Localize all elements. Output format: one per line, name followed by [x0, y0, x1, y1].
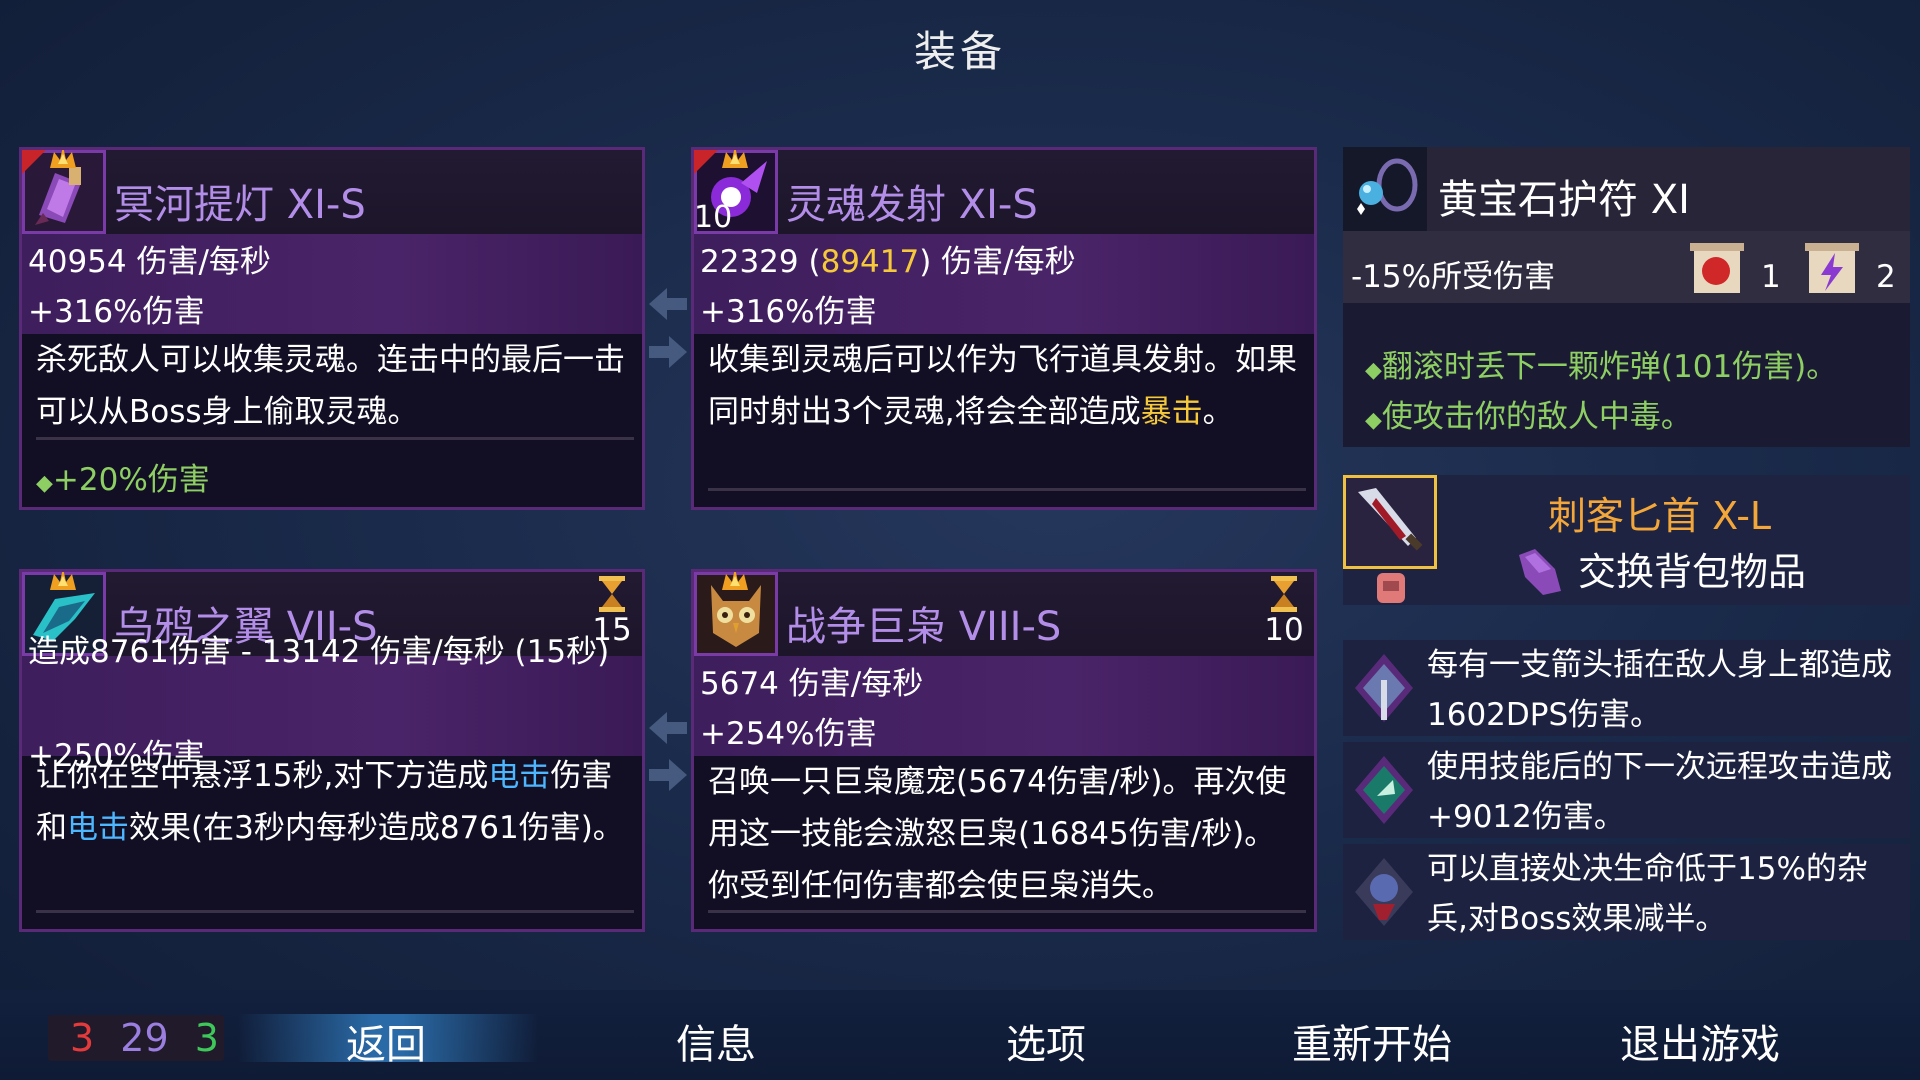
amulet-card[interactable]: 黄宝石护符 XI -15%所受伤害 1 2 ◆翻滚时丢下一颗炸弹(101伤害)。… — [1343, 147, 1910, 447]
amulet-icon — [1343, 147, 1427, 231]
dps-unit: ) 伤害/每秒 — [919, 244, 1076, 280]
amulet-name: 黄宝石护符 XI — [1438, 177, 1690, 223]
legendary-crown-icon — [722, 572, 748, 590]
survival-count: 3 — [194, 1016, 219, 1060]
swap-backpack-action[interactable]: 交换背包物品 — [1578, 541, 1806, 596]
nav-quit-button[interactable]: 退出游戏 — [1620, 1012, 1780, 1070]
diamond-bullet-icon: ◆ — [1365, 358, 1382, 383]
item-damage: 造成8761伤害 - 13142 伤害/每秒 (15秒) — [28, 634, 610, 670]
swap-left-arrow-icon — [649, 288, 687, 320]
legendary-crown-icon — [722, 150, 748, 168]
item-dps: 5674 伤害/每秒 — [700, 666, 924, 702]
crit-dps-value: 89417 — [820, 244, 920, 280]
backpack-weapon-name: 刺客匕首 X-L — [1548, 494, 1772, 538]
item-description: 杀死敌人可以收集灵魂。连击中的最后一击可以从Boss身上偷取灵魂。 — [36, 342, 625, 430]
item-damage-bonus: +316%伤害 — [700, 294, 877, 330]
cell-counter: 3 29 3 — [48, 1015, 224, 1061]
item-name: 战争巨枭 VIII-S — [786, 604, 1062, 650]
tactics-scroll-count: 2 — [1876, 259, 1896, 295]
swap-left-arrow-icon — [649, 712, 687, 744]
brutality-corner-icon — [694, 150, 718, 174]
amulet-affix: ◆翻滚时丢下一颗炸弹(101伤害)。 — [1365, 341, 1837, 386]
item-damage-bonus: +254%伤害 — [700, 716, 877, 752]
brutality-scroll-icon — [1690, 243, 1744, 293]
arrow-spike-mutation-icon — [1355, 654, 1413, 722]
dps-value: 22329 ( — [700, 244, 821, 280]
divider — [36, 910, 634, 913]
desc-text: 效果(在3秒内每秒造成8761伤害)。 — [129, 810, 624, 846]
item-name: 灵魂发射 XI-S — [786, 182, 1038, 228]
item-name: 冥河提灯 XI-S — [114, 182, 366, 228]
item-card-styx-lantern[interactable]: 冥河提灯 XI-S 40954 伤害/每秒 +316%伤害 杀死敌人可以收集灵魂… — [19, 147, 645, 510]
mutation-row[interactable]: 使用技能后的下一次远程攻击造成+9012伤害。 — [1343, 742, 1910, 838]
legendary-crown-icon — [50, 150, 76, 168]
cooldown-timer: 10 — [1264, 576, 1304, 648]
nav-restart-button[interactable]: 重新开始 — [1292, 1012, 1452, 1070]
affix-text: 使攻击你的敌人中毒。 — [1381, 399, 1692, 435]
mutation-row[interactable]: 可以直接处决生命低于15%的杂兵,对Boss效果减半。 — [1343, 844, 1910, 940]
execution-mutation-icon — [1355, 858, 1413, 926]
item-description: 召唤一只巨枭魔宠(5674伤害/秒)。再次使用这一技能会激怒巨枭(16845伤害… — [708, 764, 1287, 904]
grab-hand-icon — [1519, 549, 1561, 595]
affix-text: +20%伤害 — [52, 462, 210, 498]
backpack-icon — [1377, 573, 1405, 603]
amulet-affix: ◆使攻击你的敌人中毒。 — [1365, 391, 1692, 436]
shock-keyword: 电击 — [488, 758, 551, 794]
brutality-corner-icon — [22, 150, 46, 174]
shock-keyword: 电击 — [67, 810, 129, 846]
skill-ranged-mutation-icon — [1355, 756, 1413, 824]
legendary-crown-icon — [50, 572, 76, 590]
item-description: 收集到灵魂后可以作为飞行道具发射。如果同时射出3个灵魂,将会全部造成暴击。 — [708, 334, 1306, 438]
ammo-count-badge: 10 — [694, 200, 733, 235]
mutation-description: 每有一支箭头插在敌人身上都造成1602DPS伤害。 — [1427, 647, 1892, 733]
screen-title: 装备 — [913, 27, 1006, 76]
hourglass-icon — [1271, 576, 1297, 612]
diamond-bullet-icon: ◆ — [1365, 408, 1382, 433]
item-affix: ◆+20%伤害 — [36, 454, 210, 499]
desc-text: 。 — [1202, 394, 1234, 430]
divider — [708, 488, 1306, 491]
divider — [36, 437, 634, 440]
item-card-war-owl[interactable]: 10 战争巨枭 VIII-S 5674 伤害/每秒 +254%伤害 召唤一只巨枭… — [691, 569, 1317, 932]
brutality-count: 3 — [70, 1016, 95, 1060]
desc-text: 让你在空中悬浮15秒,对下方造成 — [36, 758, 489, 794]
crit-keyword: 暴击 — [1140, 394, 1203, 430]
swap-right-arrow-icon — [649, 336, 687, 368]
tactics-scroll-icon — [1805, 243, 1859, 293]
diamond-bullet-icon: ◆ — [36, 471, 53, 496]
affix-text: 翻滚时丢下一颗炸弹(101伤害)。 — [1381, 349, 1838, 385]
tactics-count: 29 — [120, 1016, 169, 1060]
swap-right-arrow-icon — [649, 759, 687, 791]
mutation-row[interactable]: 每有一支箭头插在敌人身上都造成1602DPS伤害。 — [1343, 640, 1910, 736]
nav-info-button[interactable]: 信息 — [676, 1012, 756, 1070]
nav-back-button[interactable]: 返回 — [346, 1012, 426, 1070]
brutality-scroll-count: 1 — [1761, 259, 1781, 295]
mutation-description: 使用技能后的下一次远程攻击造成+9012伤害。 — [1427, 749, 1892, 835]
mutation-description: 可以直接处决生命低于15%的杂兵,对Boss效果减半。 — [1427, 851, 1868, 937]
item-card-soul-shot[interactable]: 10 灵魂发射 XI-S 22329 (89417) 伤害/每秒 +316%伤害… — [691, 147, 1317, 510]
item-card-crow-wings[interactable]: 15 乌鸦之翼 VII-S 造成8761伤害 - 13142 伤害/每秒 (15… — [19, 569, 645, 932]
item-description: 让你在空中悬浮15秒,对下方造成电击伤害和电击效果(在3秒内每秒造成8761伤害… — [36, 750, 634, 854]
hourglass-icon — [599, 576, 625, 612]
backpack-panel[interactable]: 刺客匕首 X-L 交换背包物品 — [1343, 475, 1910, 605]
item-damage-bonus: +316%伤害 — [28, 294, 205, 330]
item-dps: 40954 伤害/每秒 — [28, 244, 271, 280]
amulet-stat: -15%所受伤害 — [1351, 259, 1556, 295]
divider — [708, 910, 1306, 913]
dagger-icon — [1343, 475, 1437, 569]
item-dps: 22329 (89417) 伤害/每秒 — [700, 236, 1076, 281]
cooldown-seconds: 10 — [1264, 612, 1304, 648]
nav-options-button[interactable]: 选项 — [1006, 1012, 1086, 1070]
